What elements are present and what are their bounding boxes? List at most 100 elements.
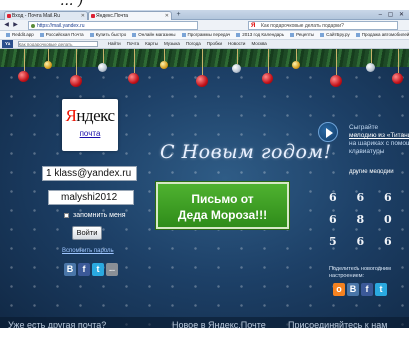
vk-icon[interactable]: B: [64, 263, 76, 276]
play-icon[interactable]: [318, 122, 338, 142]
mail-landing-page: Яндекс почта 1 klass@yandex.ru malyshi20…: [0, 49, 409, 337]
ornament-ball: [98, 63, 107, 72]
ornament-string: [164, 49, 165, 61]
ornament-string: [133, 49, 135, 73]
yandex-bar-item[interactable]: Новости: [228, 41, 245, 46]
ornament-string: [202, 49, 203, 75]
bookmark-item[interactable]: Онлайн магазины: [132, 31, 175, 39]
ornament-string: [267, 49, 269, 73]
share-line2: настроением:: [329, 273, 365, 279]
ornament-string: [23, 49, 25, 71]
login-email-field[interactable]: 1 klass@yandex.ru: [42, 166, 137, 181]
ornament-ball: [160, 61, 168, 69]
new-year-greeting: С Новым годом!: [160, 141, 332, 163]
address-bar: ◀ ▶ https://mail.yandex.ru Я Как подароч…: [0, 20, 409, 31]
top-note-text: ... ): [60, 0, 84, 9]
back-arrow-icon[interactable]: ◀: [3, 22, 10, 29]
yandex-bar-search-input[interactable]: Как подарочковые делать: [17, 40, 98, 47]
ornament-ball: [70, 75, 82, 87]
ornament-ball: [128, 73, 139, 84]
ornament-ball: [392, 73, 403, 84]
more-icon[interactable]: ...: [106, 263, 118, 276]
social-login-icons: Bf t...: [64, 263, 120, 277]
share-line1: Поделитесь новогодним: [329, 266, 391, 272]
letter-button-line1: Письмо от: [191, 192, 254, 206]
bookmark-item[interactable]: Российская Почта: [40, 31, 84, 39]
close-icon[interactable]: ✕: [165, 12, 169, 20]
ornament-ball: [196, 75, 208, 87]
ornament-string: [397, 49, 399, 73]
ornament-string: [48, 49, 49, 61]
digits-row: 6 6 6 6 5 6: [329, 191, 409, 204]
music-line4: клавиатуры: [349, 148, 385, 155]
yandex-bar-item[interactable]: Погода: [186, 41, 201, 46]
other-melodies-link[interactable]: другие мелодии: [349, 169, 394, 175]
browser-search-text: Как подарочковые делать подарки?: [261, 23, 344, 29]
yandex-search-icon: Я: [251, 23, 256, 29]
share-social-icons: oBft: [333, 283, 389, 297]
yandex-bar-logo[interactable]: Ya: [2, 40, 14, 48]
remember-checkbox[interactable]: [64, 212, 69, 218]
top-note: ... ): [0, 0, 409, 10]
remember-me[interactable]: запомнить меня: [64, 211, 126, 220]
logo-subtitle[interactable]: почта: [62, 129, 118, 139]
ornament-string: [102, 49, 104, 63]
bookmark-item[interactable]: Продажа автомобилей: [356, 31, 409, 39]
bookmark-item[interactable]: СайтБру.ру: [320, 31, 350, 39]
tab-mailru[interactable]: Вход - Почта Mail.Ru ✕: [4, 11, 88, 20]
browser-tab-bar: Вход - Почта Mail.Ru ✕ Яндекс.Почта ✕ + …: [0, 10, 409, 20]
secure-icon: [31, 24, 35, 28]
ornament-string: [76, 49, 77, 75]
ornament-ball: [18, 71, 29, 82]
yandex-bar-item[interactable]: Пробки: [207, 41, 222, 46]
facebook-icon[interactable]: f: [361, 283, 373, 296]
remind-password-link[interactable]: Вспомнить пароль: [62, 248, 114, 254]
share-mood-text: Поделитесь новогодним настроением:: [329, 266, 391, 280]
odnoklassniki-icon[interactable]: o: [333, 283, 345, 296]
bookmark-item[interactable]: Купить быстро: [90, 31, 127, 39]
logo-title: Яндекс: [65, 106, 115, 125]
vk-icon[interactable]: B: [347, 283, 359, 296]
login-password-field[interactable]: malyshi2012: [48, 190, 134, 205]
yandex-toolbar: Ya Как подарочковые делать Найти Почта Кар…: [0, 40, 409, 49]
bookmark-item[interactable]: Рецепты: [290, 31, 314, 39]
bookmark-item[interactable]: Программы передач: [182, 31, 231, 39]
digits-row: 5 6 6 1: [329, 235, 409, 248]
letter-button-line2: Деда Мороза!!!: [177, 208, 268, 222]
christmas-garland: [0, 49, 409, 97]
facebook-icon[interactable]: f: [78, 263, 90, 276]
remember-label: запомнить меня: [73, 212, 126, 219]
yandex-mail-logo[interactable]: Яндекс почта: [62, 99, 118, 151]
bookmark-item[interactable]: 2013 год Календарь: [236, 31, 284, 39]
url-input[interactable]: https://mail.yandex.ru: [28, 21, 198, 30]
melody-digits: 6 6 6 6 5 6 6 8 0 8 6 6 5 6 6 1: [329, 187, 409, 253]
twitter-icon[interactable]: t: [92, 263, 104, 276]
tab-label: Вход - Почта Mail.Ru: [12, 13, 60, 19]
yandex-bar-item[interactable]: Почта: [127, 41, 140, 46]
yandex-favicon-icon: [91, 14, 95, 18]
bookmark-item[interactable]: Reddit.app: [6, 31, 34, 39]
letter-from-santa-button[interactable]: Письмо от Деда Мороза!!!: [156, 182, 289, 229]
tab-yandex-mail[interactable]: Яндекс.Почта ✕: [88, 11, 172, 20]
close-icon[interactable]: ✕: [81, 12, 85, 20]
ornament-string: [370, 49, 372, 63]
bottom-margin: [0, 328, 409, 337]
music-line3: на шариках с помощью: [349, 140, 409, 147]
yandex-bar-item[interactable]: Карты: [145, 41, 158, 46]
music-promo: Сыграйте мелодию из «Титаника» на шарика…: [349, 124, 409, 156]
tab-label: Яндекс.Почта: [96, 13, 129, 19]
ornament-ball: [262, 73, 273, 84]
ornament-string: [236, 49, 238, 64]
forward-arrow-icon[interactable]: ▶: [12, 22, 19, 29]
new-tab-button[interactable]: +: [174, 11, 183, 19]
window-controls[interactable]: – ▢ ✕: [379, 11, 406, 18]
yandex-bar-item[interactable]: Найти: [108, 41, 121, 46]
login-button[interactable]: Войти: [72, 226, 102, 240]
twitter-icon[interactable]: t: [375, 283, 387, 296]
music-line1: Сыграйте: [349, 124, 379, 131]
yandex-bar-item[interactable]: Музыка: [164, 41, 180, 46]
browser-search-input[interactable]: Я Как подарочковые делать подарки?: [248, 21, 398, 30]
url-text: https://mail.yandex.ru: [37, 23, 85, 29]
titanic-melody-link[interactable]: мелодию из «Титаника»: [349, 132, 409, 140]
yandex-bar-item[interactable]: Москва: [251, 41, 266, 46]
